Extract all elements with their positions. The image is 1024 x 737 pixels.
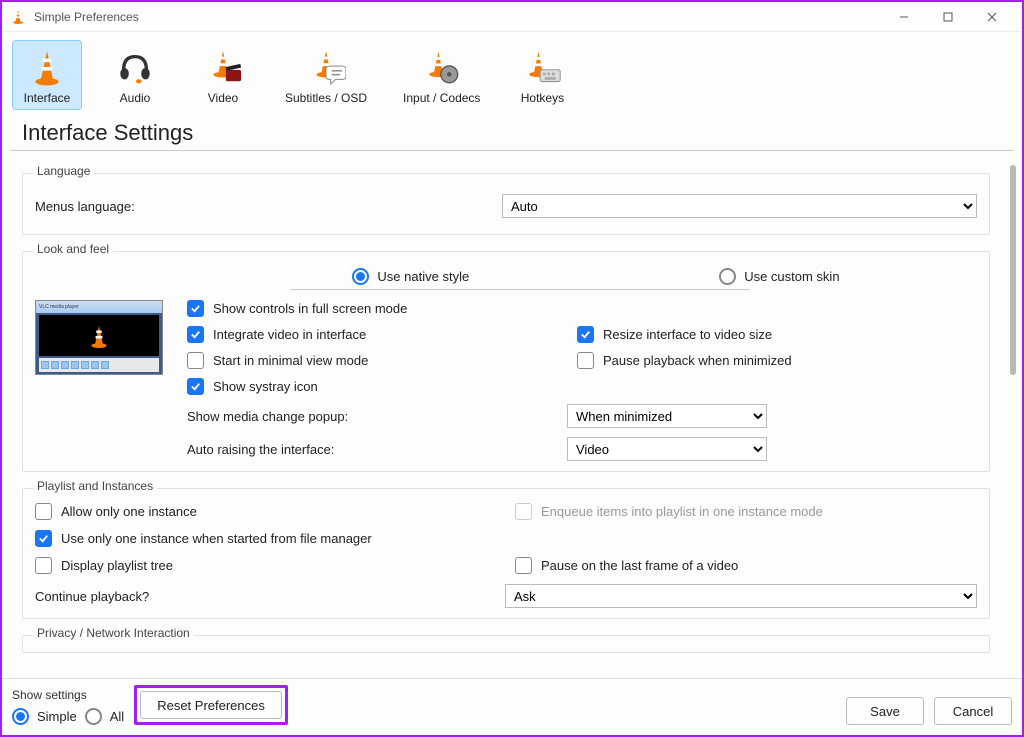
check-integrate-video[interactable]: Integrate video in interface [187, 326, 567, 343]
window-minimize-button[interactable] [882, 2, 926, 32]
category-toolbar: Interface Audio [2, 32, 1022, 114]
group-legend: Playlist and Instances [33, 479, 157, 493]
check-fullscreen-controls[interactable]: Show controls in full screen mode [187, 300, 567, 317]
tab-label: Interface [24, 91, 71, 105]
check-start-minimal[interactable]: Start in minimal view mode [187, 352, 567, 369]
check-enqueue-items: Enqueue items into playlist in one insta… [515, 503, 977, 520]
group-privacy: Privacy / Network Interaction [22, 635, 990, 653]
check-allow-one-instance[interactable]: Allow only one instance [35, 503, 505, 520]
check-one-instance-filemanager[interactable]: Use only one instance when started from … [35, 530, 977, 547]
group-look-and-feel: Look and feel Use native style Use custo… [22, 251, 990, 472]
vlc-cone-icon [10, 9, 26, 25]
check-label: Use only one instance when started from … [61, 531, 372, 546]
window-maximize-button[interactable] [926, 2, 970, 32]
continue-playback-label: Continue playback? [35, 589, 495, 604]
codecs-disc-icon [422, 47, 462, 87]
group-legend: Privacy / Network Interaction [33, 626, 194, 640]
subtitles-bubble-icon [306, 47, 346, 87]
scrollbar-thumb[interactable] [1010, 165, 1016, 375]
check-label: Enqueue items into playlist in one insta… [541, 504, 823, 519]
check-label: Pause playback when minimized [603, 353, 792, 368]
tab-label: Subtitles / OSD [285, 91, 367, 105]
check-resize-interface[interactable]: Resize interface to video size [577, 326, 977, 343]
radio-show-simple[interactable]: Simple [12, 708, 77, 725]
audio-headphones-icon [115, 47, 155, 87]
group-language: Language Menus language: Auto [22, 173, 990, 235]
tab-subtitles[interactable]: Subtitles / OSD [276, 40, 376, 110]
check-pause-minimized[interactable]: Pause playback when minimized [577, 352, 977, 369]
cancel-button[interactable]: Cancel [934, 697, 1012, 725]
tab-audio[interactable]: Audio [100, 40, 170, 110]
group-legend: Look and feel [33, 242, 113, 256]
tab-label: Input / Codecs [403, 91, 480, 105]
media-popup-label: Show media change popup: [187, 409, 557, 424]
continue-playback-select[interactable]: Ask [505, 584, 977, 608]
tab-label: Hotkeys [521, 91, 564, 105]
save-button[interactable]: Save [846, 697, 924, 725]
check-label: Resize interface to video size [603, 327, 772, 342]
tab-label: Video [208, 91, 238, 105]
media-popup-select[interactable]: When minimized [567, 404, 767, 428]
check-display-playlist-tree[interactable]: Display playlist tree [35, 557, 505, 574]
menus-language-select[interactable]: Auto [502, 194, 977, 218]
window-title: Simple Preferences [34, 10, 139, 24]
radio-native-style[interactable]: Use native style [352, 268, 469, 285]
check-label: Allow only one instance [61, 504, 197, 519]
check-label: Show controls in full screen mode [213, 301, 407, 316]
tab-hotkeys[interactable]: Hotkeys [507, 40, 577, 110]
check-show-systray[interactable]: Show systray icon [187, 378, 567, 395]
menus-language-label: Menus language: [35, 199, 502, 214]
radio-show-all[interactable]: All [85, 708, 124, 725]
check-label: Show systray icon [213, 379, 318, 394]
tab-interface[interactable]: Interface [12, 40, 82, 110]
tab-video[interactable]: Video [188, 40, 258, 110]
auto-raise-select[interactable]: Video [567, 437, 767, 461]
check-label: Integrate video in interface [213, 327, 366, 342]
group-playlist-instances: Playlist and Instances Allow only one in… [22, 488, 990, 619]
window-close-button[interactable] [970, 2, 1014, 32]
check-label: Pause on the last frame of a video [541, 558, 738, 573]
page-title: Interface Settings [10, 114, 1014, 151]
radio-label: Use native style [377, 269, 469, 284]
check-label: Start in minimal view mode [213, 353, 368, 368]
tab-label: Audio [120, 91, 151, 105]
check-pause-last-frame[interactable]: Pause on the last frame of a video [515, 557, 977, 574]
style-preview: VLC media player [35, 300, 165, 461]
radio-label: Simple [37, 709, 77, 724]
check-label: Display playlist tree [61, 558, 173, 573]
radio-label: All [110, 709, 124, 724]
auto-raise-label: Auto raising the interface: [187, 442, 557, 457]
reset-preferences-button[interactable]: Reset Preferences [140, 691, 282, 719]
tab-input-codecs[interactable]: Input / Codecs [394, 40, 489, 110]
interface-cone-icon [27, 47, 67, 87]
radio-custom-skin[interactable]: Use custom skin [719, 268, 839, 285]
video-clapper-icon [203, 47, 243, 87]
hotkeys-keyboard-icon [522, 47, 562, 87]
radio-label: Use custom skin [744, 269, 839, 284]
show-settings-label: Show settings [12, 688, 124, 702]
group-legend: Language [33, 164, 94, 178]
